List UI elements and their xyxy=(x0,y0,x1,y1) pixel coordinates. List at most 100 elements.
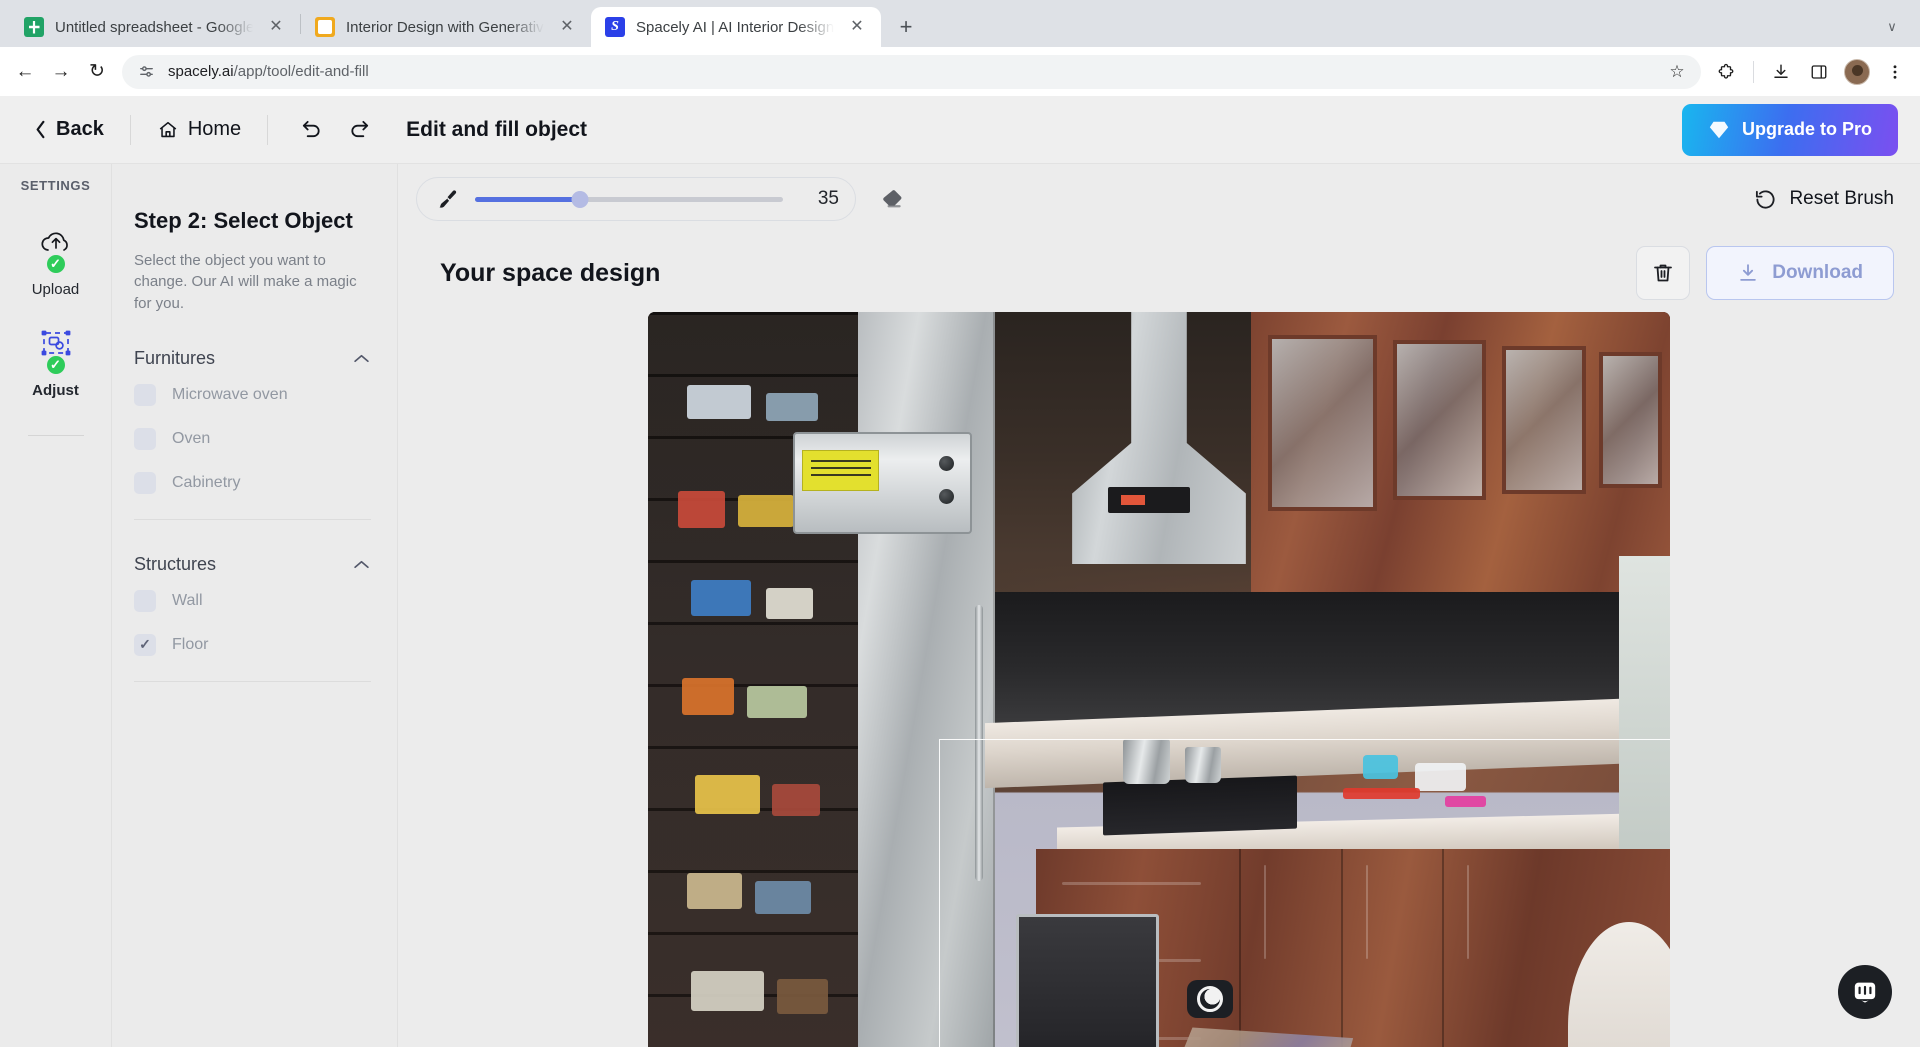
tab-title: Untitled spreadsheet - Google xyxy=(55,19,253,36)
rail-item-upload[interactable]: ✓ Upload xyxy=(0,223,111,298)
rail-icon-wrapper: ✓ xyxy=(36,223,76,263)
settings-rail-label: SETTINGS xyxy=(21,178,91,193)
chrome-menu-icon[interactable] xyxy=(1878,55,1912,89)
range-hood xyxy=(1072,312,1246,564)
diamond-icon xyxy=(1708,119,1730,141)
home-icon xyxy=(157,119,179,141)
browser-toolbar-actions xyxy=(1709,55,1912,89)
close-icon[interactable]: ✕ xyxy=(555,15,579,39)
back-button[interactable]: Back xyxy=(34,118,104,141)
group-title: Structures xyxy=(134,554,216,575)
eraser-button[interactable] xyxy=(874,182,908,216)
orange-square-icon xyxy=(315,17,335,37)
canvas-header: Your space design Download xyxy=(424,234,1894,312)
page-title: Edit and fill object xyxy=(406,118,587,142)
spacely-icon: S xyxy=(605,17,625,37)
rail-item-label: Adjust xyxy=(32,382,79,399)
undo-button[interactable] xyxy=(294,113,328,147)
checkbox[interactable] xyxy=(134,428,156,450)
option-floor[interactable]: ✓ Floor xyxy=(134,623,371,667)
side-panel-icon[interactable] xyxy=(1802,55,1836,89)
back-navigation-icon[interactable]: ← xyxy=(8,55,42,89)
glass-cabinet-door xyxy=(1599,352,1662,489)
step-title: Step 2: Select Object xyxy=(134,208,371,234)
redo-button[interactable] xyxy=(342,113,376,147)
header-divider xyxy=(130,115,131,145)
delete-design-button[interactable] xyxy=(1636,246,1690,300)
avatar[interactable] xyxy=(1840,55,1874,89)
glass-cabinet-door xyxy=(1393,340,1485,499)
address-bar[interactable]: spacely.ai/app/tool/edit-and-fill ☆ xyxy=(122,55,1701,89)
upper-cabinets xyxy=(1251,312,1670,597)
canvas-title: Your space design xyxy=(440,259,660,288)
intercom-chat-button[interactable] xyxy=(1838,965,1892,1019)
toolbar-divider xyxy=(1753,61,1754,83)
extensions-icon[interactable] xyxy=(1709,55,1743,89)
brush-size-control[interactable]: 35 xyxy=(416,177,856,221)
microwave-oven xyxy=(793,432,972,534)
group-divider xyxy=(134,681,371,682)
tab-title: Spacely AI | AI Interior Design xyxy=(636,19,834,36)
rail-item-label: Upload xyxy=(32,281,80,298)
header-divider xyxy=(267,115,268,145)
app-body: SETTINGS ✓ Upload xyxy=(0,164,1920,1047)
step-complete-badge: ✓ xyxy=(45,354,67,376)
step-description: Select the object you want to change. Ou… xyxy=(134,250,371,314)
option-cabinetry[interactable]: Cabinetry xyxy=(134,461,371,505)
forward-navigation-icon[interactable]: → xyxy=(44,55,78,89)
trash-icon xyxy=(1651,261,1675,285)
site-settings-icon[interactable] xyxy=(136,62,156,82)
browser-tab-1[interactable]: Untitled spreadsheet - Google ✕ xyxy=(10,7,300,47)
home-button-label: Home xyxy=(188,118,241,141)
home-button[interactable]: Home xyxy=(157,118,241,141)
main-workspace: 35 Reset Brush Your space design xyxy=(398,164,1920,1047)
reset-icon xyxy=(1754,188,1777,211)
reset-brush-label: Reset Brush xyxy=(1789,188,1894,210)
browser-tab-3[interactable]: S Spacely AI | AI Interior Design ✕ xyxy=(591,7,881,47)
browser-tab-2[interactable]: Interior Design with Generativ ✕ xyxy=(301,7,591,47)
chevron-down-icon[interactable]: ∨ xyxy=(1872,7,1912,47)
reload-icon[interactable]: ↻ xyxy=(80,55,114,89)
rail-item-adjust[interactable]: ✓ Adjust xyxy=(0,324,111,399)
glass-cabinet-door xyxy=(1502,346,1586,494)
reset-brush-button[interactable]: Reset Brush xyxy=(1754,188,1894,211)
app-header: Back Home Edit and fill object Upgrade t… xyxy=(0,96,1920,164)
chevron-up-icon[interactable] xyxy=(351,348,371,368)
downloads-icon[interactable] xyxy=(1764,55,1798,89)
hood-control-panel xyxy=(1108,487,1190,513)
redo-icon xyxy=(348,118,371,141)
option-wall[interactable]: Wall xyxy=(134,579,371,623)
checkbox[interactable] xyxy=(134,384,156,406)
intercom-chat-icon xyxy=(1852,979,1878,1005)
checkbox[interactable] xyxy=(134,590,156,612)
tab-strip: Untitled spreadsheet - Google ✕ Interior… xyxy=(0,0,1920,47)
new-tab-button[interactable]: + xyxy=(889,10,923,44)
slider-thumb[interactable] xyxy=(571,191,588,208)
back-button-label: Back xyxy=(56,118,104,141)
browser-chrome: Untitled spreadsheet - Google ✕ Interior… xyxy=(0,0,1920,96)
checkbox[interactable] xyxy=(134,472,156,494)
microwave-knob xyxy=(939,456,954,471)
group-divider xyxy=(134,519,371,520)
group-header-furnitures[interactable]: Furnitures xyxy=(134,348,371,373)
group-structures: Structures Wall ✓ Floor xyxy=(134,554,371,682)
option-label: Wall xyxy=(172,592,203,610)
chevron-up-icon[interactable] xyxy=(351,554,371,574)
paintbrush-glyph xyxy=(437,188,459,210)
option-oven[interactable]: Oven xyxy=(134,417,371,461)
upgrade-to-pro-button[interactable]: Upgrade to Pro xyxy=(1682,104,1898,156)
close-icon[interactable]: ✕ xyxy=(845,15,869,39)
brush-size-slider[interactable] xyxy=(475,196,783,202)
option-microwave-oven[interactable]: Microwave oven xyxy=(134,373,371,417)
design-image-canvas[interactable] xyxy=(648,312,1670,1047)
close-icon[interactable]: ✕ xyxy=(264,15,288,39)
download-button-label: Download xyxy=(1772,262,1863,284)
rail-divider xyxy=(28,435,84,436)
google-sheets-icon xyxy=(24,17,44,37)
group-header-structures[interactable]: Structures xyxy=(134,554,371,579)
pantry-shelves xyxy=(648,312,863,1047)
paintbrush-icon[interactable] xyxy=(437,188,459,210)
download-button[interactable]: Download xyxy=(1706,246,1894,300)
checkbox-checked[interactable]: ✓ xyxy=(134,634,156,656)
bookmark-star-icon[interactable]: ☆ xyxy=(1665,62,1689,82)
